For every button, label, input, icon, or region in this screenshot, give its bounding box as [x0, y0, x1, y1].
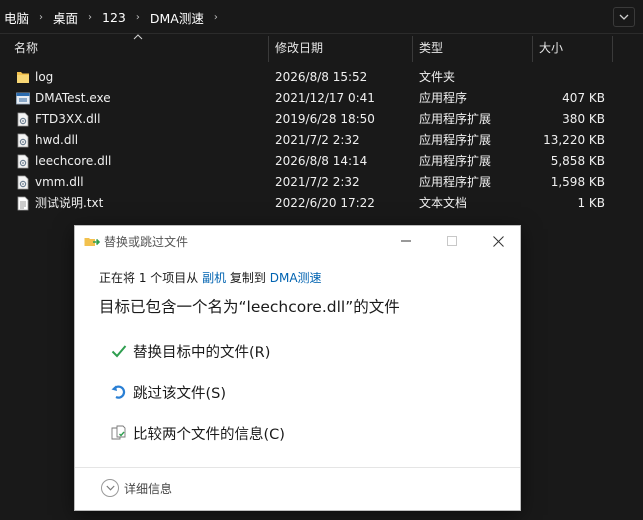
expand-chevron-icon [101, 479, 119, 497]
conflict-message: 目标已包含一个名为“leechcore.dll”的文件 [99, 298, 400, 316]
file-type: 应用程序扩展 [419, 154, 492, 168]
breadcrumb-item[interactable]: DMA测速 [146, 8, 208, 27]
minimize-button[interactable] [397, 232, 415, 250]
column-header-size[interactable]: 大小 [539, 34, 563, 62]
exe-icon [16, 92, 30, 105]
breadcrumb-item[interactable]: 桌面 [49, 8, 82, 27]
column-divider[interactable] [268, 36, 269, 62]
file-row[interactable]: hwd.dll 2021/7/2 2:32 应用程序扩展 13,220 KB [0, 130, 643, 151]
file-type: 应用程序 [419, 91, 468, 105]
file-row[interactable]: vmm.dll 2021/7/2 2:32 应用程序扩展 1,598 KB [0, 172, 643, 193]
destination-folder-link[interactable]: DMA测速 [270, 271, 322, 285]
dll-icon [17, 133, 29, 148]
txt-icon [17, 196, 29, 211]
column-header-type[interactable]: 类型 [419, 34, 443, 62]
file-size [525, 67, 605, 88]
breadcrumb-separator: › [39, 11, 44, 23]
file-size: 5,858 KB [550, 154, 605, 168]
breadcrumb-item[interactable]: 电脑 [0, 8, 33, 27]
file-type: 应用程序扩展 [419, 112, 492, 126]
compare-option-label: 比较两个文件的信息(C) [133, 426, 285, 443]
file-type: 应用程序扩展 [419, 133, 492, 147]
copy-files-icon [84, 238, 100, 246]
address-dropdown-button[interactable] [613, 7, 635, 27]
replace-option[interactable]: 替换目标中的文件(R) [109, 339, 270, 363]
replace-or-skip-dialog: 替换或跳过文件 正在将 1 个项目从 副机 复制到 DMA测速 目标已包含一个名… [74, 225, 521, 511]
file-type: 文件夹 [419, 70, 456, 84]
address-bar[interactable]: 电脑 › 桌面 › 123 › DMA测速 › [0, 0, 643, 34]
dialog-titlebar[interactable]: 替换或跳过文件 [75, 226, 520, 256]
replace-option-label: 替换目标中的文件(R) [133, 344, 271, 361]
file-name: DMATest.exe [35, 91, 111, 105]
file-date: 2021/7/2 2:32 [275, 175, 360, 189]
folder-icon [17, 72, 29, 83]
dll-icon [17, 112, 29, 127]
skip-option[interactable]: 跳过该文件(S) [109, 380, 226, 404]
breadcrumb-item[interactable]: 123 [98, 10, 130, 25]
file-date: 2019/6/28 18:50 [275, 112, 375, 126]
file-date: 2021/12/17 0:41 [275, 91, 375, 105]
column-divider[interactable] [612, 36, 613, 62]
file-date: 2026/8/8 15:52 [275, 70, 368, 84]
close-button[interactable] [489, 232, 507, 250]
file-type: 应用程序扩展 [419, 175, 492, 189]
file-size: 1,598 KB [550, 175, 605, 189]
footer-divider [75, 467, 520, 468]
compare-option[interactable]: 比较两个文件的信息(C) [109, 421, 285, 445]
copy-progress-text: 正在将 1 个项目从 副机 复制到 DMA测速 [99, 269, 322, 286]
file-size: 380 KB [562, 112, 605, 126]
file-size: 1 KB [577, 196, 605, 210]
check-icon [109, 341, 129, 361]
file-name: FTD3XX.dll [35, 112, 101, 126]
file-date: 2022/6/20 17:22 [275, 196, 375, 210]
column-header-row: 名称 修改日期 类型 大小 [0, 34, 643, 62]
breadcrumb-separator: › [213, 11, 218, 23]
skip-option-label: 跳过该文件(S) [133, 385, 227, 402]
source-folder-link[interactable]: 副机 [202, 271, 226, 285]
maximize-icon [447, 236, 457, 246]
compare-files-icon [109, 423, 129, 443]
file-name: vmm.dll [35, 175, 84, 189]
file-type: 文本文档 [419, 196, 468, 210]
details-label: 详细信息 [124, 481, 173, 496]
file-row[interactable]: leechcore.dll 2026/8/8 14:14 应用程序扩展 5,85… [0, 151, 643, 172]
dll-icon [17, 175, 29, 190]
column-header-name[interactable]: 名称 [14, 34, 38, 62]
dll-icon [17, 154, 29, 169]
copy-text-prefix: 正在将 1 个项目从 [99, 271, 203, 285]
file-name: leechcore.dll [35, 154, 112, 168]
column-divider[interactable] [412, 36, 413, 62]
close-icon [492, 235, 504, 247]
file-row[interactable]: log 2026/8/8 15:52 文件夹 [0, 67, 643, 88]
breadcrumb: 电脑 › 桌面 › 123 › DMA测速 › [0, 0, 224, 34]
breadcrumb-separator: › [135, 11, 140, 23]
maximize-button [443, 232, 461, 250]
skip-arrow-icon [109, 382, 129, 402]
file-name: log [35, 70, 54, 84]
file-row[interactable]: DMATest.exe 2021/12/17 0:41 应用程序 407 KB [0, 88, 643, 109]
column-divider[interactable] [532, 36, 533, 62]
column-header-date[interactable]: 修改日期 [275, 34, 323, 62]
file-date: 2021/7/2 2:32 [275, 133, 360, 147]
copy-text-middle: 复制到 [226, 271, 270, 285]
minimize-icon [401, 240, 411, 242]
file-row[interactable]: FTD3XX.dll 2019/6/28 18:50 应用程序扩展 380 KB [0, 109, 643, 130]
file-name: hwd.dll [35, 133, 79, 147]
file-name: 测试说明.txt [35, 196, 104, 210]
dialog-title: 替换或跳过文件 [104, 235, 189, 249]
file-row[interactable]: 测试说明.txt 2022/6/20 17:22 文本文档 1 KB [0, 193, 643, 214]
chevron-down-icon [619, 14, 629, 20]
details-toggle[interactable]: 详细信息 [101, 479, 172, 497]
breadcrumb-separator: › [88, 11, 93, 23]
file-size: 407 KB [562, 91, 605, 105]
file-date: 2026/8/8 14:14 [275, 154, 368, 168]
file-size: 13,220 KB [543, 133, 605, 147]
